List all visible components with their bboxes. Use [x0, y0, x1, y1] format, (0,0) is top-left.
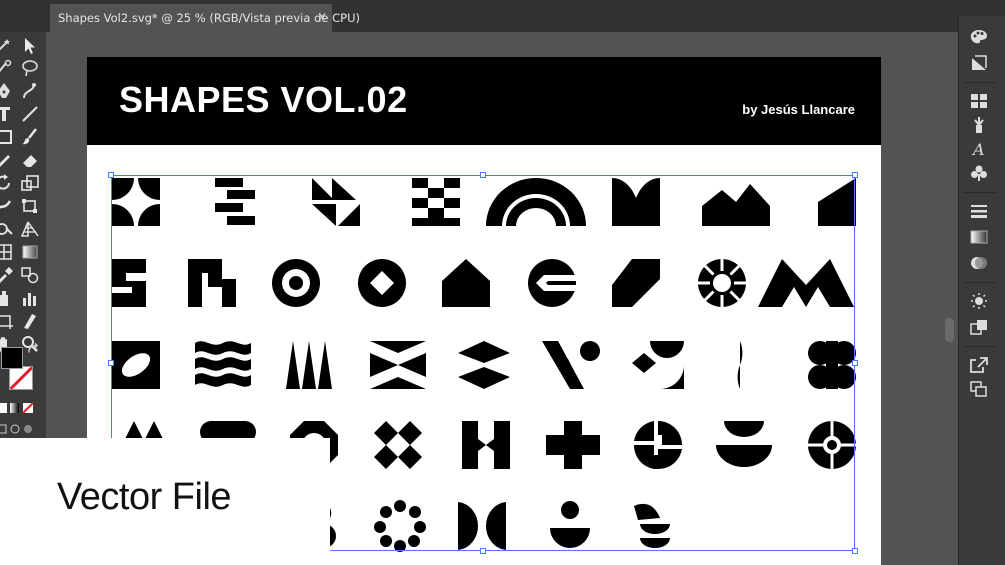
line-tool-icon[interactable] [20, 105, 40, 123]
selection-handle[interactable] [852, 360, 858, 366]
magic-wand-icon[interactable] [0, 37, 14, 55]
export-icon[interactable] [969, 356, 989, 374]
symbol-sprayer-icon[interactable] [0, 289, 14, 307]
rotate-tool-icon[interactable] [0, 174, 14, 192]
appearance-icon[interactable] [969, 292, 989, 310]
layers-icon[interactable] [969, 380, 989, 398]
blend-tool-icon[interactable] [20, 266, 40, 284]
swap-fill-stroke-icon[interactable] [26, 342, 40, 356]
fill-swatch[interactable] [1, 347, 23, 369]
transparency-icon[interactable] [969, 254, 989, 272]
color-guide-icon[interactable] [969, 54, 989, 72]
vector-file-label: Vector File [57, 476, 232, 518]
stroke-swatch[interactable] [9, 366, 33, 390]
vertical-scrollbar[interactable] [945, 318, 954, 342]
artboard-tool-icon[interactable] [0, 312, 14, 330]
slice-tool-icon[interactable] [20, 312, 40, 330]
rectangle-tool-icon[interactable] [0, 128, 14, 146]
color-mode-buttons[interactable] [0, 402, 34, 414]
symbols-icon[interactable] [969, 164, 989, 182]
selection-handle[interactable] [480, 548, 486, 554]
perspective-grid-icon[interactable] [20, 220, 40, 238]
eraser-icon[interactable] [20, 151, 40, 169]
panel-separator [964, 282, 996, 283]
shape-builder-icon[interactable] [0, 220, 14, 238]
color-palette-icon[interactable] [969, 28, 989, 46]
direct-selection-tool-icon[interactable] [20, 37, 40, 55]
warp-tool-icon[interactable] [0, 197, 14, 215]
free-transform-icon[interactable] [20, 197, 40, 215]
panel-separator [964, 346, 996, 347]
scale-tool-icon[interactable] [20, 174, 40, 192]
document-tab-bar: Shapes Vol2.svg* @ 25 % (RGB/Vista previ… [0, 0, 1005, 32]
curvature-pen-icon[interactable] [20, 82, 40, 100]
lasso-icon[interactable] [0, 59, 14, 77]
graphic-styles-icon[interactable] [969, 318, 989, 336]
curvature-icon[interactable] [20, 59, 40, 77]
pencil-icon[interactable] [0, 151, 14, 169]
document-tab-title: Shapes Vol2.svg* @ 25 % (RGB/Vista previ… [58, 11, 360, 25]
drawing-mode-icons[interactable] [0, 423, 38, 435]
artboard-author: by Jesús Llancare [742, 102, 855, 117]
gradient-tool-icon[interactable] [20, 243, 40, 261]
artboard-title: SHAPES VOL.02 [119, 79, 408, 120]
gradient-icon[interactable] [969, 228, 989, 246]
paintbrush-icon[interactable] [20, 128, 40, 146]
document-tab[interactable]: Shapes Vol2.svg* @ 25 % (RGB/Vista previ… [50, 4, 360, 32]
brushes-icon[interactable] [969, 116, 989, 134]
selection-handle[interactable] [480, 172, 486, 178]
selection-handle[interactable] [852, 548, 858, 554]
graph-tool-icon[interactable] [20, 289, 40, 307]
selection-handle[interactable] [108, 360, 114, 366]
pen-tool-icon[interactable] [0, 82, 14, 100]
stroke-icon[interactable] [969, 202, 989, 220]
close-icon[interactable]: ✕ [317, 10, 327, 24]
panel-separator [964, 82, 996, 83]
artboard-header: SHAPES VOL.02 by Jesús Llancare [87, 57, 881, 145]
vector-file-badge: Vector File [0, 438, 330, 565]
swatches-icon[interactable] [969, 92, 989, 110]
selection-handle[interactable] [852, 172, 858, 178]
eyedropper-icon[interactable] [0, 266, 14, 284]
panel-separator [964, 192, 996, 193]
character-icon[interactable]: A [969, 140, 989, 158]
mesh-tool-icon[interactable] [0, 243, 14, 261]
type-tool-icon[interactable] [0, 105, 14, 123]
panels-dock: A [958, 16, 1005, 565]
svg-text:A: A [971, 140, 985, 158]
selection-handle[interactable] [108, 172, 114, 178]
